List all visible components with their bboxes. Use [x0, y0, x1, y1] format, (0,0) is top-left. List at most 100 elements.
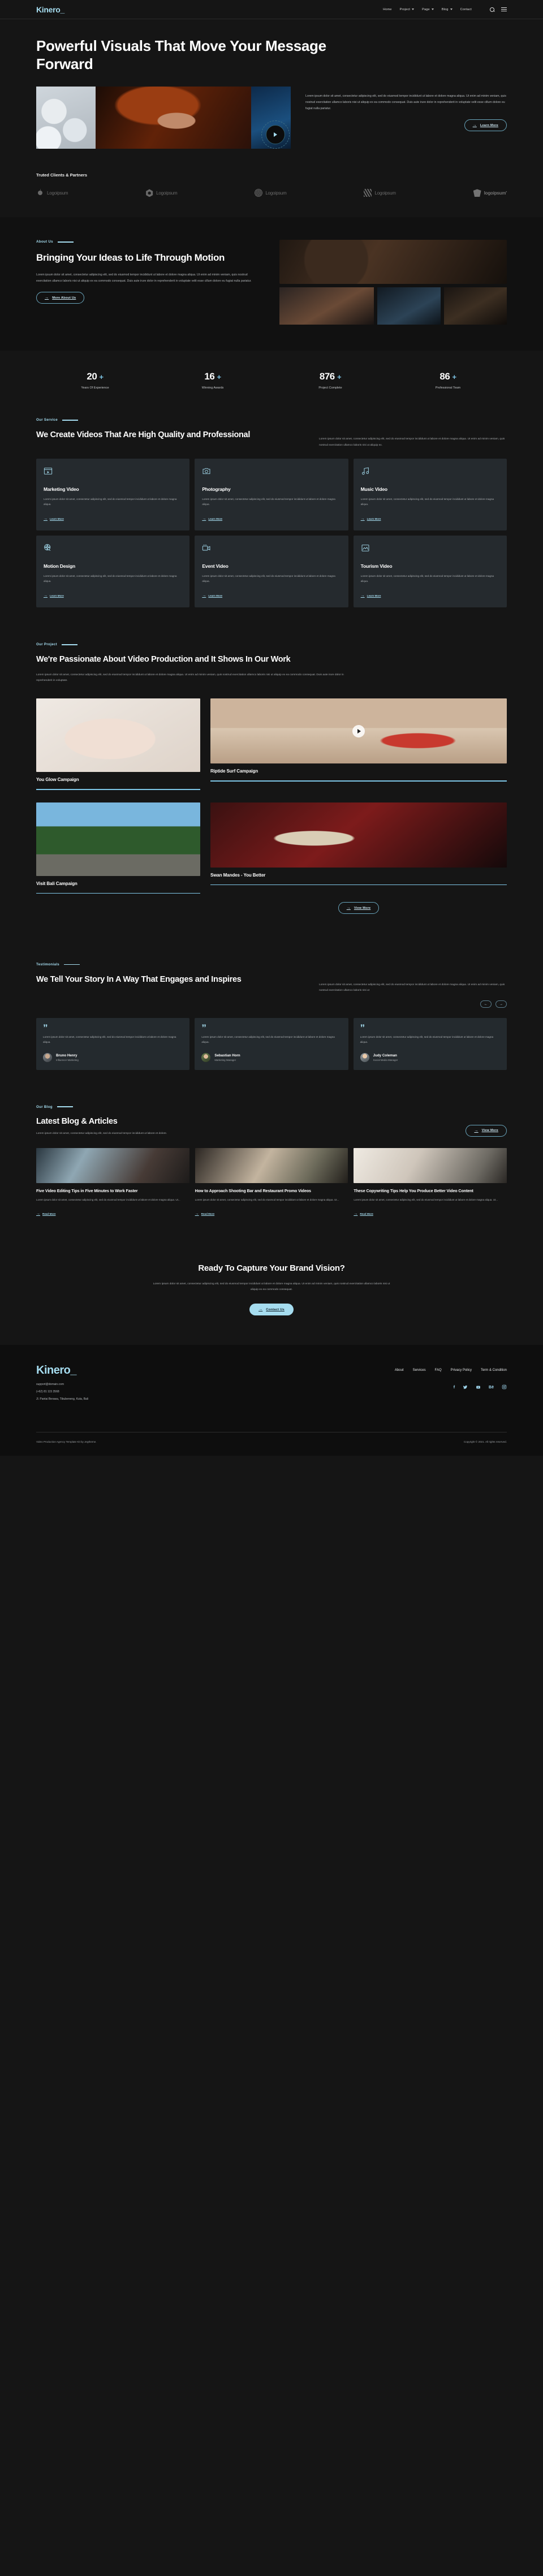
site-header: Kinero_ Home Project Page Blog Contact	[0, 0, 543, 19]
hero-image-center	[96, 87, 251, 149]
blog-post-card[interactable]: These Copywriting Tips Help You Produce …	[354, 1147, 507, 1218]
behance-icon[interactable]: Bē	[489, 1386, 494, 1390]
services-section: Our Service We Create Videos That Are Hi…	[0, 409, 543, 630]
service-card-tourism-video[interactable]: Tourism Video Lorem ipsum dolor sit amet…	[353, 535, 507, 608]
blog-post-card[interactable]: How to Approach Shooting Bar and Restaur…	[195, 1147, 348, 1218]
hero-title: Powerful Visuals That Move Your Message …	[36, 37, 326, 72]
facebook-icon[interactable]: f	[454, 1386, 455, 1390]
testimonial-name: Bruno Henry	[56, 1053, 77, 1058]
blog-read-more-link[interactable]: → Read More	[354, 1212, 373, 1216]
blog-read-more-link[interactable]: → Read More	[195, 1212, 215, 1216]
footer-email[interactable]: support@domain.com	[36, 1383, 274, 1386]
footer-link-about[interactable]: About	[395, 1369, 404, 1372]
instagram-icon[interactable]	[502, 1384, 507, 1391]
service-learn-more-link[interactable]: → Learn More	[44, 517, 64, 521]
nav-label: Page	[422, 7, 430, 11]
client-logo-3: Logoipsum	[255, 189, 287, 197]
footer-link-faq[interactable]: FAQ	[435, 1369, 442, 1372]
youtube-icon[interactable]	[476, 1385, 481, 1391]
stat-plus: +	[452, 373, 457, 382]
blog-post-title: How to Approach Shooting Bar and Restaur…	[195, 1188, 311, 1193]
service-card-motion-design[interactable]: Motion Design Lorem ipsum dolor sit amet…	[36, 535, 190, 608]
blog-read-more-link[interactable]: → Read More	[36, 1212, 56, 1216]
nav-label: Blog	[441, 7, 449, 11]
service-card-event-video[interactable]: Event Video Lorem ipsum dolor sit amet, …	[195, 535, 348, 608]
footer-link-privacy-policy[interactable]: Privacy Policy	[451, 1369, 472, 1372]
nav-item-contact[interactable]: Contact	[460, 8, 472, 11]
project-card-you-glow[interactable]: You Glow Campaign	[36, 698, 200, 790]
video-window-icon	[44, 467, 53, 474]
cta-section: Ready To Capture Your Brand Vision? Lore…	[0, 1237, 543, 1345]
twitter-icon[interactable]	[463, 1385, 468, 1391]
project-card-swan-mandes[interactable]: Swan Mandes - You Better → View More	[210, 802, 507, 914]
nav-item-home[interactable]: Home	[383, 8, 391, 11]
eyebrow-label: Our Blog	[36, 1104, 53, 1109]
nav-item-page[interactable]: Page	[422, 8, 434, 11]
stat-value: 86	[439, 371, 450, 382]
project-underline	[210, 780, 507, 782]
quote-icon: ”	[201, 1022, 206, 1034]
about-section: About Us Bringing Your Ideas to Life Thr…	[0, 217, 543, 351]
brand-logo[interactable]: Kinero_	[36, 5, 64, 14]
stat-plus: +	[217, 373, 222, 382]
service-learn-more-link[interactable]: → Learn More	[44, 594, 64, 598]
service-card-photography[interactable]: Photography Lorem ipsum dolor sit amet, …	[195, 458, 348, 530]
service-card-marketing-video[interactable]: Marketing Video Lorem ipsum dolor sit am…	[36, 458, 190, 530]
projects-view-more-button[interactable]: → View More	[338, 902, 380, 914]
eyebrow-label: Our Service	[36, 418, 58, 422]
cta-paragraph: Lorem ipsum dolor sit amet, consectetur …	[153, 1283, 390, 1292]
project-card-riptide-surf[interactable]: Riptide Surf Campaign	[210, 698, 507, 782]
search-icon[interactable]	[490, 7, 494, 12]
play-video-button[interactable]	[352, 724, 365, 737]
blog-post-card[interactable]: Five Video Editing Tips in Five Minutes …	[36, 1147, 189, 1218]
projects-paragraph: Lorem ipsum dolor sit amet, consectetur …	[36, 673, 344, 682]
project-card-visit-bali[interactable]: Visit Bali Campaign	[36, 802, 200, 894]
about-image-2	[279, 287, 374, 325]
client-name: Logoipsum	[156, 190, 178, 196]
footer-phone[interactable]: (+62) 81 115 3568	[36, 1390, 274, 1393]
nav-item-blog[interactable]: Blog	[442, 8, 453, 11]
arrow-right-icon: →	[472, 123, 477, 128]
testimonial-quote: Lorem ipsum dolor sit amet, consectetur …	[43, 1035, 176, 1044]
hero-learn-more-button[interactable]: → Learn More	[464, 119, 507, 132]
projects-section: Our Project We're Passionate About Video…	[0, 630, 543, 946]
nav-item-project[interactable]: Project	[400, 8, 415, 11]
nav-label: Project	[399, 7, 411, 11]
testimonials-next-button[interactable]: →	[495, 1000, 507, 1008]
service-text: Lorem ipsum dolor sit amet, consectetur …	[360, 497, 494, 506]
service-text: Lorem ipsum dolor sit amet, consectetur …	[360, 574, 494, 583]
footer-link-services[interactable]: Services	[413, 1369, 426, 1372]
arrow-right-icon: →	[258, 1308, 263, 1312]
arrow-right-icon: →	[44, 594, 48, 598]
stat-label: Professional Team	[435, 386, 461, 390]
service-title: Tourism Video	[360, 563, 393, 569]
stat-value: 876	[319, 371, 335, 382]
service-card-music-video[interactable]: Music Video Lorem ipsum dolor sit amet, …	[353, 458, 507, 530]
testimonials-prev-button[interactable]: ←	[480, 1000, 492, 1008]
hamburger-icon[interactable]	[501, 7, 507, 11]
cta-title: Ready To Capture Your Brand Vision?	[198, 1263, 345, 1274]
avatar	[43, 1052, 52, 1062]
blog-view-more-button[interactable]: → View More	[466, 1124, 507, 1137]
about-more-button[interactable]: → More About Us	[36, 292, 85, 304]
testimonial-card: ” Lorem ipsum dolor sit amet, consectetu…	[36, 1018, 190, 1070]
play-icon	[274, 132, 277, 137]
hero-media	[36, 87, 291, 149]
service-learn-more-link[interactable]: → Learn More	[361, 517, 381, 521]
client-logo-2: Logoipsum	[145, 189, 178, 197]
site-footer: Kinero_ support@domain.com (+62) 81 115 …	[0, 1345, 543, 1456]
play-icon	[357, 728, 361, 733]
footer-link-term-condition[interactable]: Term & Condition	[481, 1369, 507, 1372]
hero-paragraph: Lorem ipsum dolor sit amet, consectetur …	[305, 94, 506, 110]
nav-label: Home	[383, 7, 392, 11]
contact-us-button[interactable]: → Contact Us	[249, 1304, 294, 1316]
service-text: Lorem ipsum dolor sit amet, consectetur …	[44, 497, 177, 506]
testimonials-paragraph: Lorem ipsum dolor sit amet, consectetur …	[319, 983, 505, 993]
footer-logo[interactable]: Kinero_	[36, 1364, 274, 1377]
button-label: Learn More	[480, 123, 498, 127]
service-learn-more-link[interactable]: → Learn More	[202, 594, 222, 598]
service-learn-more-link[interactable]: → Learn More	[202, 517, 222, 521]
client-name: logoipsum'	[484, 190, 507, 196]
about-image-1	[279, 240, 507, 284]
service-learn-more-link[interactable]: → Learn More	[361, 594, 381, 598]
